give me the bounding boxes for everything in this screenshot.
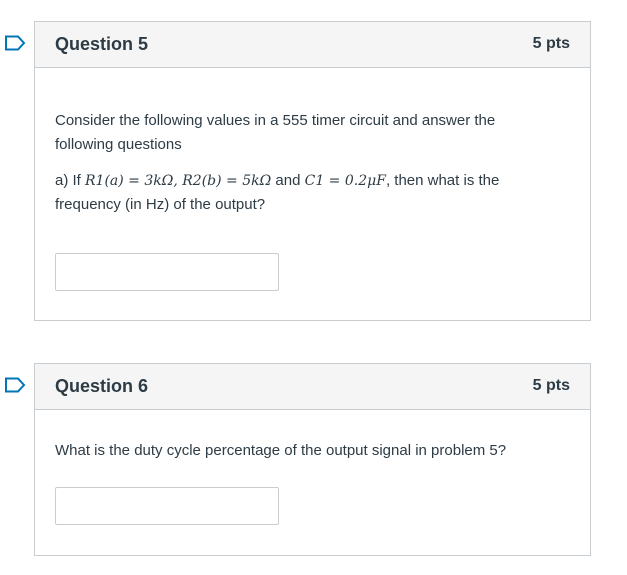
part-a-prefix: a) If [55,172,86,189]
answer-input[interactable] [55,253,279,291]
question-intro: Consider the following values in a 555 t… [55,112,496,153]
question-title: Question 5 [55,34,149,54]
r1-expression: R1(a) = 3kΩ, [85,173,183,189]
question-title: Question 6 [55,376,149,396]
question-header: Question 5 5 pts [35,22,590,68]
question-card: Question 5 5 pts Consider the following … [34,21,591,321]
part-a-and: and [271,172,305,189]
question-points: 5 pts [532,377,570,394]
question-body: What is the duty cycle percentage of the… [35,439,590,525]
flag-question-icon[interactable] [4,377,26,393]
question-card: Question 6 5 pts What is the duty cycle … [34,363,591,556]
question-part-a: a) If R1(a) = 3kΩ, R2(b) = 5kΩ and C1 = … [55,169,535,217]
c1-expression: C1 = 0.2μF [304,173,386,189]
flag-question-icon[interactable] [4,35,26,51]
r2-expression: R2(b) = 5kΩ [182,173,272,189]
question-points: 5 pts [532,35,570,52]
question-header: Question 6 5 pts [35,364,590,410]
question-prompt: What is the duty cycle percentage of the… [55,442,507,459]
question-body: Consider the following values in a 555 t… [35,109,590,291]
quiz-page: Question 5 5 pts Consider the following … [0,0,627,575]
answer-input[interactable] [55,487,279,525]
